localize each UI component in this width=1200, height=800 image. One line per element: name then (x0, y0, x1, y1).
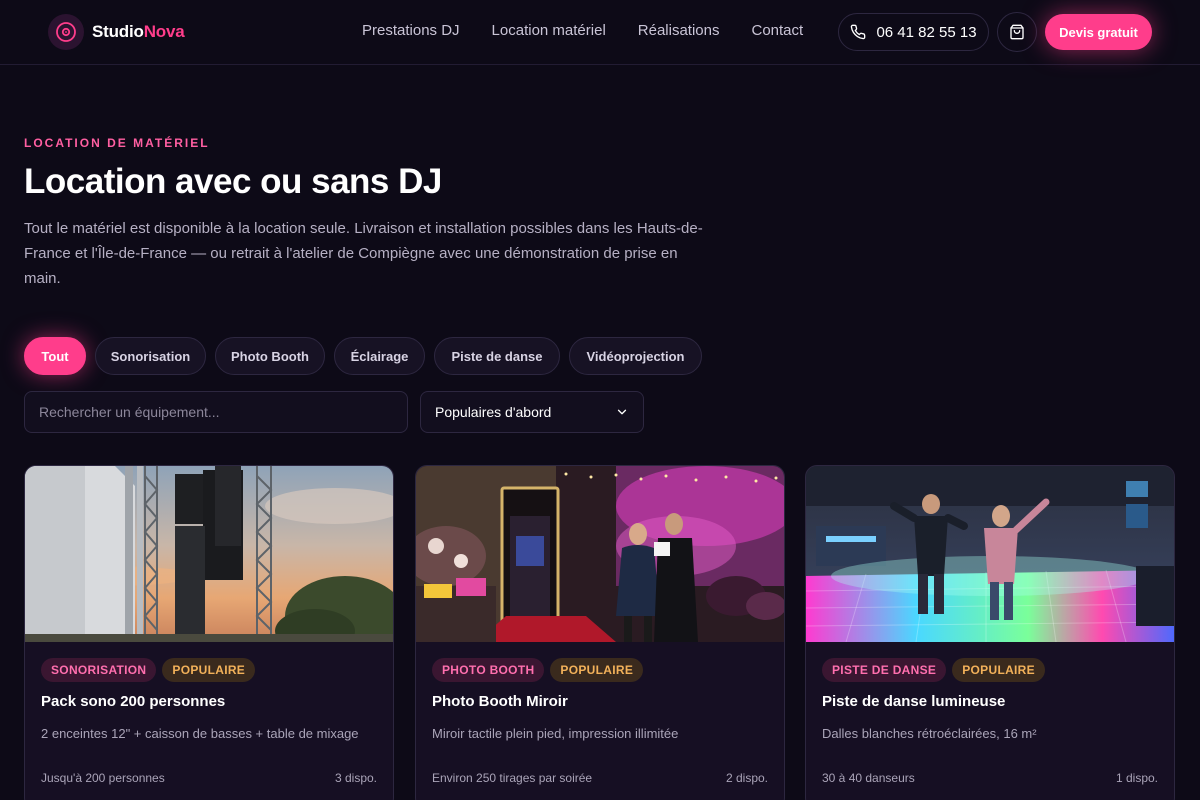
filter-videoprojection[interactable]: Vidéoprojection (569, 337, 702, 375)
nav-contact[interactable]: Contact (752, 22, 804, 39)
product-card-body: PHOTO BOOTH POPULAIRE Photo Booth Miroir… (432, 658, 768, 785)
product-card-photo-booth[interactable]: PHOTO BOOTH POPULAIRE Photo Booth Miroir… (415, 465, 785, 800)
category-filters: Tout Sonorisation Photo Booth Éclairage … (24, 337, 711, 375)
product-card-sono[interactable]: SONORISATION POPULAIRE Pack sono 200 per… (24, 465, 394, 800)
search-input[interactable] (24, 391, 408, 433)
phone-number: 06 41 82 55 13 (876, 23, 977, 41)
nav-prestations-dj[interactable]: Prestations DJ (362, 22, 460, 39)
main-nav: Prestations DJ Location matériel Réalisa… (362, 22, 835, 39)
product-title[interactable]: Pack sono 200 personnes (41, 693, 377, 710)
section-eyebrow: LOCATION DE MATÉRIEL (24, 136, 210, 150)
popular-badge: POPULAIRE (952, 658, 1045, 682)
cart-button[interactable] (997, 12, 1037, 52)
filter-tout[interactable]: Tout (24, 337, 86, 375)
product-meta: Jusqu'à 200 personnes 3 dispo. (41, 771, 377, 785)
product-card-dance-floor[interactable]: PISTE DE DANSE POPULAIRE Piste de danse … (805, 465, 1175, 800)
filter-sonorisation[interactable]: Sonorisation (95, 337, 206, 375)
phone-icon (851, 24, 866, 40)
brand-logo[interactable]: StudioNova (48, 14, 185, 50)
page-title: Location avec ou sans DJ (24, 162, 442, 201)
filter-piste-de-danse[interactable]: Piste de danse (434, 337, 560, 375)
category-badge: PHOTO BOOTH (432, 658, 545, 682)
product-image-dance-floor (806, 466, 1174, 642)
shopping-bag-icon (1010, 24, 1024, 40)
product-stock: 1 dispo. (1115, 771, 1158, 785)
product-stock: 2 dispo. (725, 771, 768, 785)
product-image-sono (25, 466, 393, 642)
filter-eclairage[interactable]: Éclairage (334, 337, 425, 375)
product-meta: Environ 250 tirages par soirée 2 dispo. (432, 771, 768, 785)
phone-button[interactable]: 06 41 82 55 13 (838, 13, 989, 51)
product-capacity: Jusqu'à 200 personnes (41, 771, 165, 785)
popular-badge: POPULAIRE (162, 658, 256, 682)
sort-selected-value: Populaires d'abord (435, 404, 552, 420)
product-description: Miroir tactile plein pied, impression il… (432, 726, 679, 741)
product-description: 2 enceintes 12" + caisson de basses + ta… (41, 726, 359, 741)
product-card-body: PISTE DE DANSE POPULAIRE Piste de danse … (822, 658, 1158, 785)
site-header: StudioNova Prestations DJ Location matér… (0, 0, 1200, 65)
category-badge: SONORISATION (41, 658, 157, 682)
product-stock: 3 dispo. (334, 771, 377, 785)
chevron-down-icon (617, 409, 627, 415)
category-badge: PISTE DE DANSE (822, 658, 947, 682)
free-quote-button[interactable]: Devis gratuit (1045, 14, 1152, 50)
sort-select[interactable]: Populaires d'abord (420, 391, 644, 433)
product-title[interactable]: Photo Booth Miroir (432, 693, 768, 710)
nav-location-materiel[interactable]: Location matériel (492, 22, 606, 39)
product-capacity: 30 à 40 danseurs (822, 771, 915, 785)
product-image-photo-booth (416, 466, 784, 642)
product-capacity: Environ 250 tirages par soirée (432, 771, 593, 785)
product-card-body: SONORISATION POPULAIRE Pack sono 200 per… (41, 658, 377, 785)
product-description: Dalles blanches rétroéclairées, 16 m² (822, 726, 1037, 741)
product-meta: 30 à 40 danseurs 1 dispo. (822, 771, 1158, 785)
nav-realisations[interactable]: Réalisations (638, 22, 720, 39)
brand-name: StudioNova (92, 22, 185, 41)
filter-photo-booth[interactable]: Photo Booth (215, 337, 325, 375)
page-lead: Tout le matériel est disponible à la loc… (24, 220, 703, 287)
vinyl-icon (48, 14, 84, 50)
product-tags: SONORISATION POPULAIRE (41, 658, 377, 682)
product-tags: PHOTO BOOTH POPULAIRE (432, 658, 768, 682)
product-tags: PISTE DE DANSE POPULAIRE (822, 658, 1158, 682)
product-title[interactable]: Piste de danse lumineuse (822, 693, 1158, 710)
popular-badge: POPULAIRE (550, 658, 644, 682)
